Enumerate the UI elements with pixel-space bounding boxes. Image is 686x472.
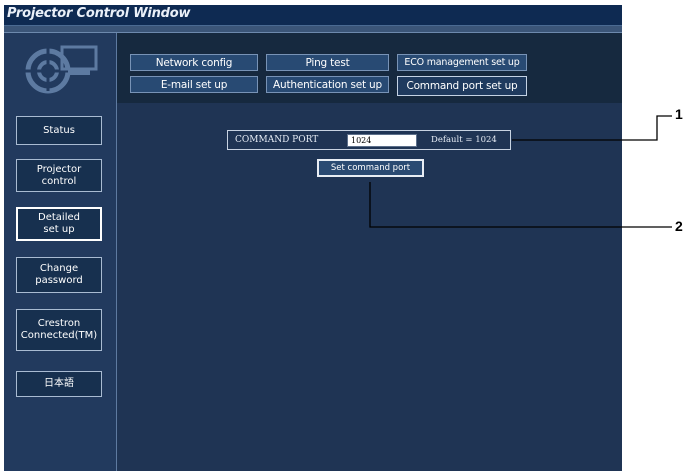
sidebar-item-label: Projector control: [36, 163, 82, 187]
sidebar-item-language[interactable]: 日本語: [16, 371, 102, 397]
command-port-input[interactable]: 1024: [347, 133, 417, 147]
sidebar-item-detailed-setup[interactable]: Detailed set up: [16, 207, 102, 241]
sidebar-item-label: 日本語: [44, 378, 74, 389]
sidebar-item-label: Crestron Connected(TM): [20, 318, 98, 341]
tab-eco-management[interactable]: ECO management set up: [397, 54, 527, 71]
tab-ping-test[interactable]: Ping test: [266, 54, 389, 71]
title-bar: Projector Control Window: [4, 5, 622, 26]
projector-control-window: Projector Control Window Status Projecto…: [4, 5, 622, 471]
logo-icon: [24, 45, 98, 94]
callout-number-1: 1: [675, 106, 683, 122]
tab-email-setup[interactable]: E-mail set up: [130, 76, 258, 93]
header-band: [4, 26, 622, 33]
tab-bar: Network config Ping test ECO management …: [117, 33, 622, 103]
command-port-label: COMMAND PORT: [235, 135, 319, 145]
sidebar-item-change-password[interactable]: Change password: [16, 257, 102, 293]
tab-command-port-setup[interactable]: Command port set up: [397, 76, 527, 96]
sidebar-item-label: Change password: [35, 263, 83, 286]
sidebar-item-crestron[interactable]: Crestron Connected(TM): [16, 309, 102, 351]
sidebar-item-projector-control[interactable]: Projector control: [16, 159, 102, 192]
sidebar-item-label: Status: [43, 124, 75, 136]
command-port-default: Default = 1024: [431, 135, 497, 145]
set-command-port-button[interactable]: Set command port: [317, 159, 424, 177]
callout-number-2: 2: [675, 218, 683, 234]
sidebar-item-status[interactable]: Status: [16, 116, 102, 145]
main-panel: Network config Ping test ECO management …: [117, 33, 622, 471]
tab-authentication-setup[interactable]: Authentication set up: [266, 76, 389, 93]
window-title: Projector Control Window: [7, 6, 191, 21]
tab-network-config[interactable]: Network config: [130, 54, 258, 71]
sidebar: Status Projector control Detailed set up…: [4, 33, 117, 471]
sidebar-item-label: Detailed set up: [38, 212, 80, 235]
command-port-row: COMMAND PORT 1024 Default = 1024: [227, 130, 511, 150]
content-area: COMMAND PORT 1024 Default = 1024 Set com…: [117, 103, 622, 471]
